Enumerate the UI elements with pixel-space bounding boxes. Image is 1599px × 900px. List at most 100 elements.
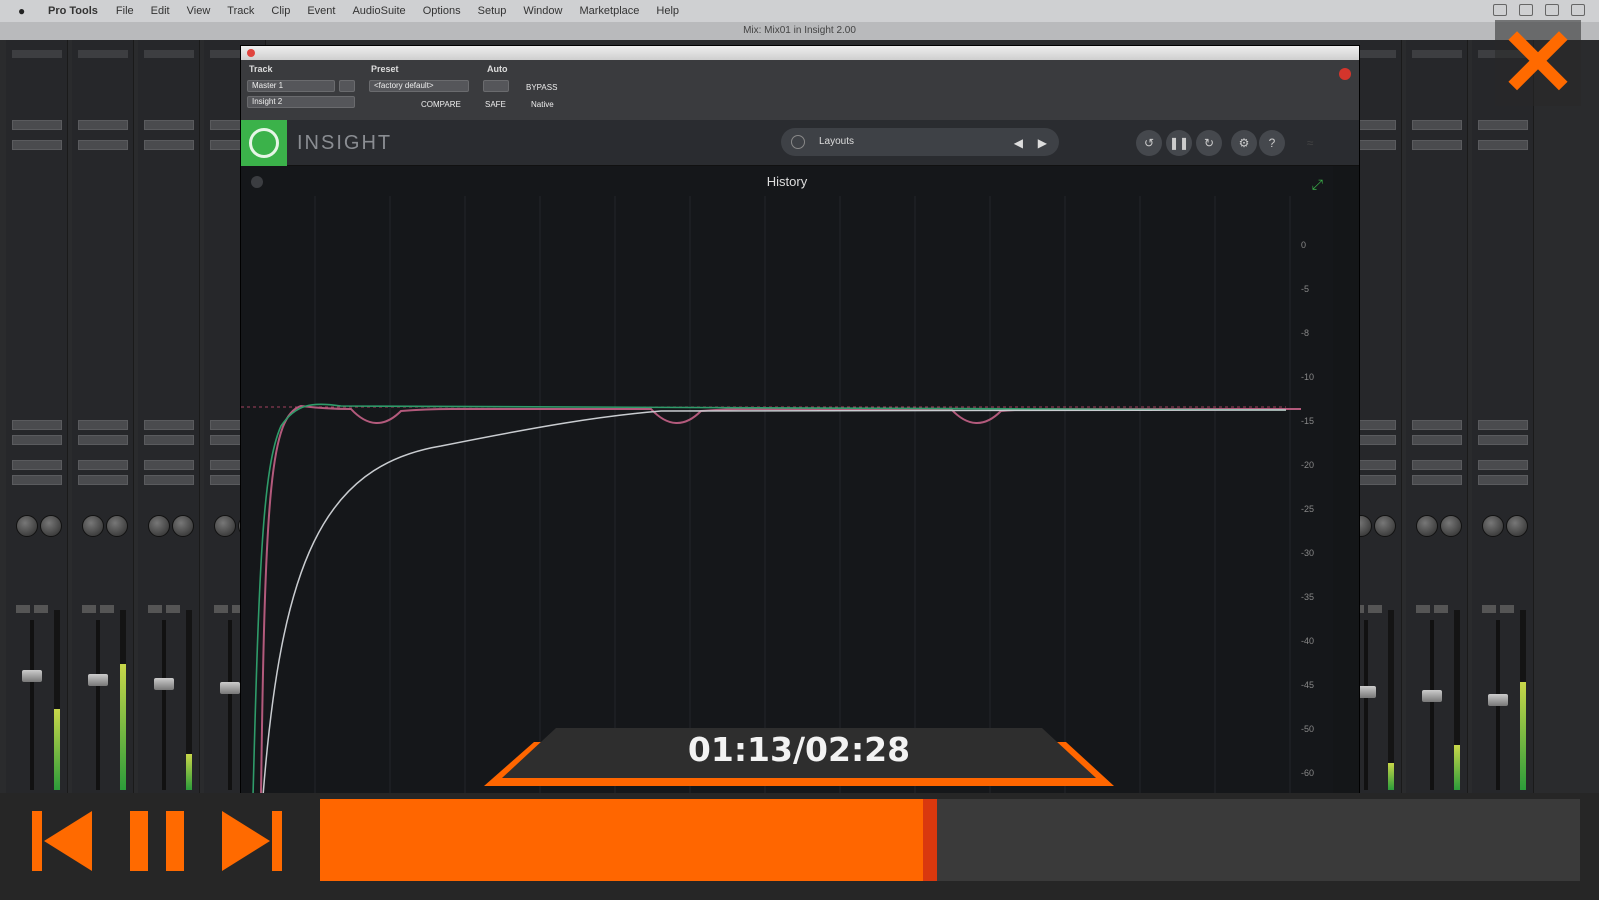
fader-handle[interactable] <box>88 674 108 686</box>
mute-button[interactable] <box>1500 605 1514 613</box>
insert-slot[interactable] <box>78 475 128 485</box>
pan-knob[interactable] <box>214 515 236 537</box>
menu-item-audiosuite[interactable]: AudioSuite <box>352 5 405 17</box>
pan-knob[interactable] <box>1374 515 1396 537</box>
pan-knob[interactable] <box>82 515 104 537</box>
insert-slot[interactable] <box>144 420 194 430</box>
pan-knob[interactable] <box>1440 515 1462 537</box>
apple-icon[interactable]: ● <box>18 4 30 18</box>
help-icon[interactable]: ? <box>1259 130 1285 156</box>
insert-slot[interactable] <box>144 120 194 130</box>
solo-button[interactable] <box>214 605 228 613</box>
insert-slot[interactable] <box>1478 420 1528 430</box>
auto-button[interactable] <box>483 80 509 92</box>
safe-button[interactable]: SAFE <box>485 100 506 109</box>
insert-slot[interactable] <box>12 460 62 470</box>
insert-slot[interactable] <box>1478 140 1528 150</box>
pan-knob[interactable] <box>1506 515 1528 537</box>
insert-slot[interactable] <box>1412 120 1462 130</box>
insert-slot[interactable] <box>78 140 128 150</box>
skip-back-icon[interactable] <box>30 799 94 881</box>
fader-handle[interactable] <box>1488 694 1508 706</box>
pan-knob[interactable] <box>1482 515 1504 537</box>
mute-button[interactable] <box>1368 605 1382 613</box>
progress-bar[interactable] <box>320 799 1580 881</box>
insert-slot[interactable] <box>12 475 62 485</box>
menu-item-edit[interactable]: Edit <box>151 5 170 17</box>
insert-slot[interactable] <box>1412 140 1462 150</box>
insert-slot[interactable] <box>1478 460 1528 470</box>
preset-menu-icon[interactable] <box>791 135 805 149</box>
next-preset-icon[interactable]: ▶ <box>1038 136 1047 150</box>
track-menu-button[interactable] <box>339 80 355 92</box>
solo-button[interactable] <box>1416 605 1430 613</box>
menu-item-window[interactable]: Window <box>523 5 562 17</box>
mute-button[interactable] <box>1434 605 1448 613</box>
window-close-dot[interactable] <box>247 49 255 57</box>
settings-icon[interactable]: ⚙ <box>1231 130 1257 156</box>
insert-slot[interactable] <box>1412 435 1462 445</box>
pan-knob[interactable] <box>172 515 194 537</box>
preset-browser[interactable]: Layouts ◀ ▶ <box>781 128 1059 156</box>
pan-knob[interactable] <box>148 515 170 537</box>
insert-slot[interactable] <box>1412 460 1462 470</box>
insert-slot[interactable] <box>144 460 194 470</box>
insert-slot[interactable] <box>1412 420 1462 430</box>
solo-button[interactable] <box>16 605 30 613</box>
insert-slot[interactable] <box>12 435 62 445</box>
fader-handle[interactable] <box>154 678 174 690</box>
skip-forward-icon[interactable] <box>220 799 284 881</box>
compare-button[interactable]: COMPARE <box>421 100 461 109</box>
pan-knob[interactable] <box>1416 515 1438 537</box>
freeze-pause-icon[interactable]: ❚❚ <box>1166 130 1192 156</box>
insert-slot[interactable] <box>78 120 128 130</box>
menu-item-event[interactable]: Event <box>307 5 335 17</box>
insert-slot[interactable] <box>1478 475 1528 485</box>
insert-slot[interactable] <box>12 120 62 130</box>
solo-button[interactable] <box>82 605 96 613</box>
menu-item-marketplace[interactable]: Marketplace <box>579 5 639 17</box>
insert-slot[interactable] <box>144 475 194 485</box>
prev-preset-icon[interactable]: ◀ <box>1014 136 1023 150</box>
mute-button[interactable] <box>166 605 180 613</box>
progress-handle[interactable] <box>923 799 938 881</box>
pause-icon[interactable] <box>128 799 188 881</box>
insert-slot[interactable] <box>78 420 128 430</box>
fader-handle[interactable] <box>1422 690 1442 702</box>
insert-slot[interactable] <box>78 460 128 470</box>
menu-item-file[interactable]: File <box>116 5 134 17</box>
insert-slot[interactable] <box>144 140 194 150</box>
fader-handle[interactable] <box>220 682 240 694</box>
fader-handle[interactable] <box>22 670 42 682</box>
pan-knob[interactable] <box>40 515 62 537</box>
insert-select[interactable]: Insight 2 <box>247 96 355 108</box>
preset-select[interactable]: <factory default> <box>369 80 469 92</box>
pan-knob[interactable] <box>106 515 128 537</box>
mute-button[interactable] <box>100 605 114 613</box>
solo-button[interactable] <box>148 605 162 613</box>
menu-item-view[interactable]: View <box>187 5 211 17</box>
menu-item-help[interactable]: Help <box>656 5 679 17</box>
insert-slot[interactable] <box>1478 120 1528 130</box>
plugin-title-bar[interactable] <box>241 46 1359 60</box>
insert-slot[interactable] <box>1412 475 1462 485</box>
insert-slot[interactable] <box>78 435 128 445</box>
menu-item-options[interactable]: Options <box>423 5 461 17</box>
menu-item-track[interactable]: Track <box>227 5 254 17</box>
mute-button[interactable] <box>34 605 48 613</box>
plugin-close-icon[interactable] <box>1339 68 1351 80</box>
preset-name[interactable]: Layouts <box>819 136 854 147</box>
insert-slot[interactable] <box>12 420 62 430</box>
bypass-button[interactable]: BYPASS <box>526 83 557 92</box>
insert-slot[interactable] <box>12 140 62 150</box>
menu-item-clip[interactable]: Clip <box>271 5 290 17</box>
menu-item-setup[interactable]: Setup <box>478 5 507 17</box>
insert-slot[interactable] <box>144 435 194 445</box>
track-select[interactable]: Master 1 <box>247 80 335 92</box>
pan-knob[interactable] <box>16 515 38 537</box>
reset-icon[interactable]: ↻ <box>1196 130 1222 156</box>
menu-app-name[interactable]: Pro Tools <box>48 5 98 17</box>
solo-button[interactable] <box>1482 605 1496 613</box>
insert-slot[interactable] <box>1478 435 1528 445</box>
undo-icon[interactable]: ↺ <box>1136 130 1162 156</box>
